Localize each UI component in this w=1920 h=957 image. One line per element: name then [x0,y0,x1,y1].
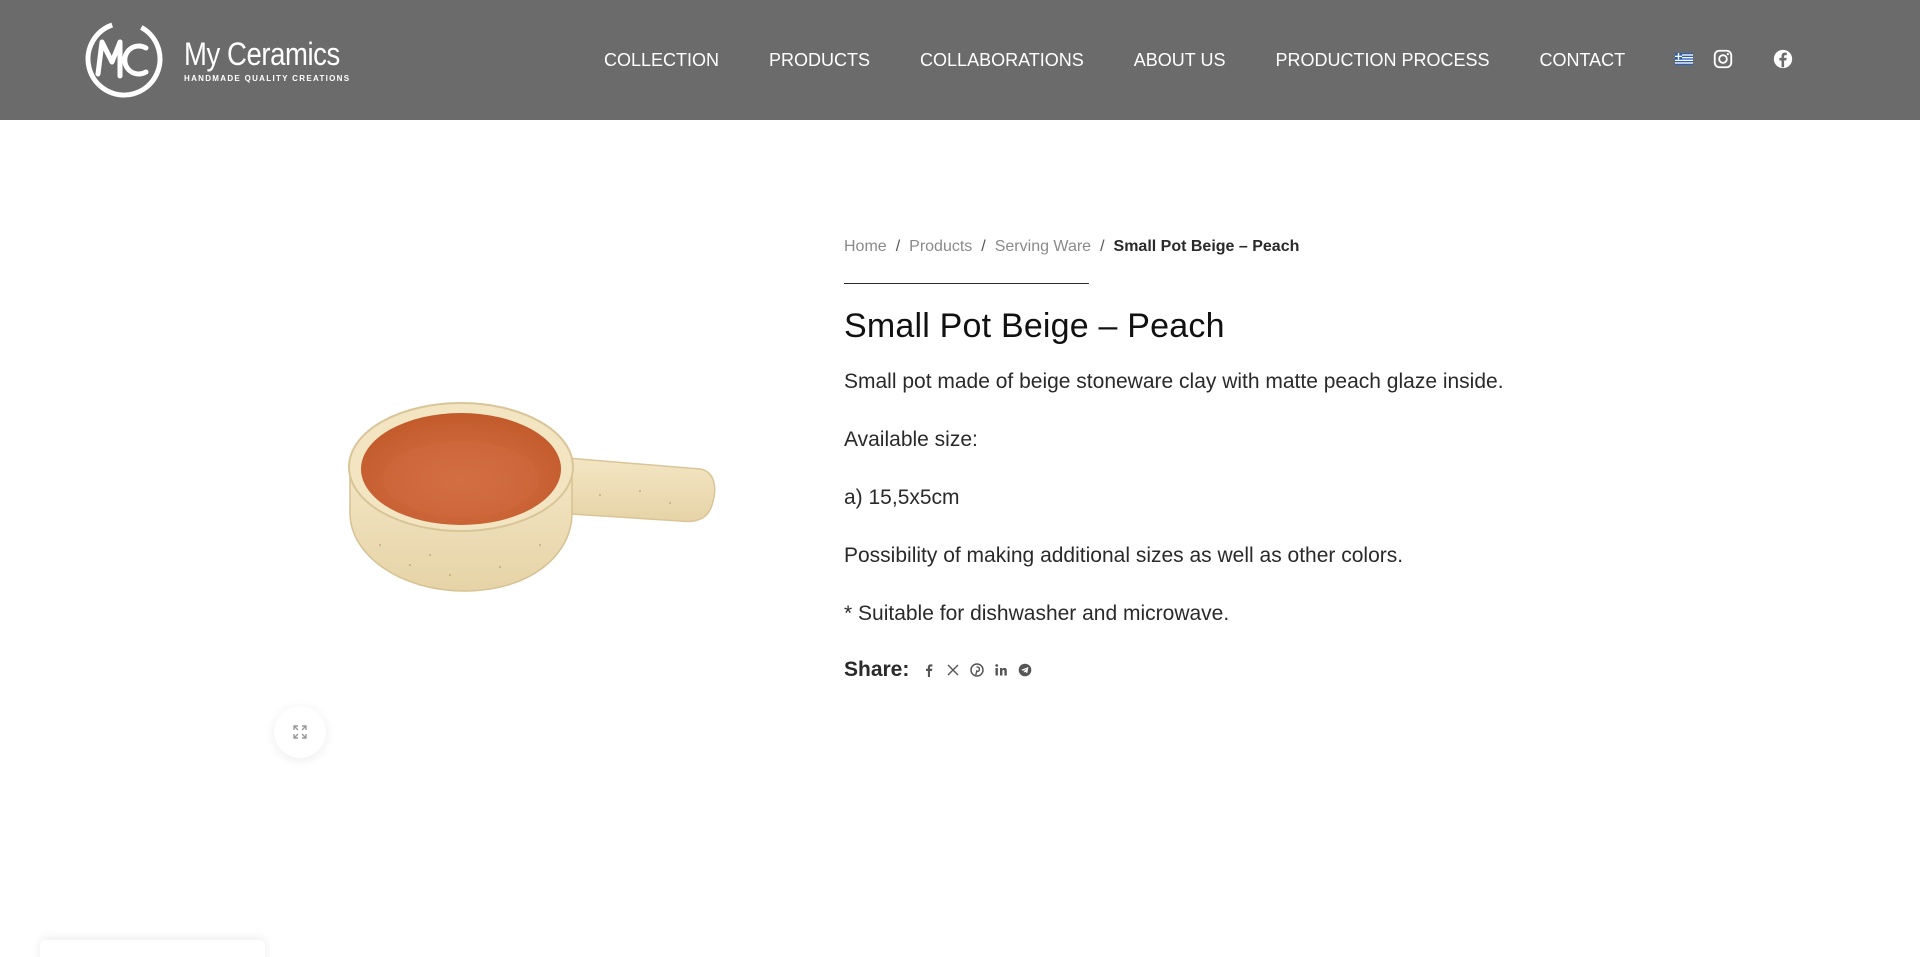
greek-flag-icon [1675,52,1694,65]
nav-item-products[interactable]: PRODUCTS [769,48,870,72]
logo-mark-icon [85,20,163,98]
main-nav: COLLECTION PRODUCTS COLLABORATIONS ABOUT… [604,48,1694,72]
breadcrumb-separator: / [1100,238,1105,255]
nav-item-contact[interactable]: CONTACT [1539,48,1625,72]
ceramic-pot-image[interactable] [340,395,720,605]
telegram-icon[interactable] [1018,663,1032,677]
nav-item-collection[interactable]: COLLECTION [604,48,719,72]
linkedin-icon[interactable] [994,663,1008,677]
site-header: My Ceramics HANDMADE QUALITY CREATIONS C… [0,0,1920,120]
breadcrumb-current: Small Pot Beige – Peach [1113,238,1300,255]
description-line: a) 15,5x5cm [844,486,960,509]
nav-item-production-process[interactable]: PRODUCTION PROCESS [1275,48,1489,72]
x-icon[interactable] [946,663,960,677]
product-summary: Home / Products / Serving Ware / Small P… [844,236,1604,682]
floating-widget[interactable] [40,940,265,957]
brand-name: My Ceramics [184,35,340,72]
product-description: Small pot made of beige stoneware clay w… [844,368,1604,628]
facebook-icon[interactable] [1772,48,1794,70]
product-title: Small Pot Beige – Peach [844,307,1225,345]
brand-tagline: HANDMADE QUALITY CREATIONS [184,73,351,83]
breadcrumb-products[interactable]: Products [909,238,972,256]
expand-icon [293,725,307,739]
language-switcher[interactable] [1675,51,1694,70]
breadcrumb-serving-ware[interactable]: Serving Ware [995,238,1091,256]
description-line: Small pot made of beige stoneware clay w… [844,370,1504,393]
instagram-icon[interactable] [1712,48,1734,70]
header-socials [1712,48,1794,70]
title-divider [844,283,1089,284]
breadcrumb: Home / Products / Serving Ware / Small P… [844,236,1604,258]
description-line: Possibility of making additional sizes a… [844,544,1404,567]
nav-item-about-us[interactable]: ABOUT US [1134,48,1226,72]
description-line: * Suitable for dishwasher and microwave. [844,602,1230,625]
description-line: Available size: [844,428,978,451]
site-logo[interactable]: My Ceramics HANDMADE QUALITY CREATIONS [84,18,365,100]
logo-text: My Ceramics HANDMADE QUALITY CREATIONS [184,36,365,83]
zoom-button[interactable] [274,706,326,758]
facebook-icon[interactable] [922,663,936,677]
breadcrumb-home[interactable]: Home [844,238,887,256]
share-bar: Share: [844,658,1604,682]
breadcrumb-separator: / [895,238,901,255]
pinterest-icon[interactable] [970,663,985,677]
breadcrumb-separator: / [981,238,986,255]
share-label: Share: [844,658,910,681]
nav-item-collaborations[interactable]: COLLABORATIONS [920,48,1084,72]
